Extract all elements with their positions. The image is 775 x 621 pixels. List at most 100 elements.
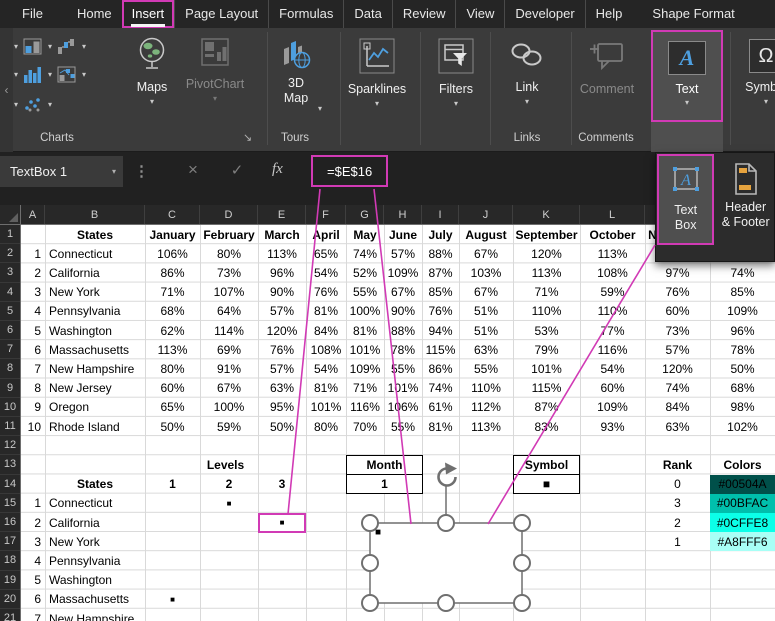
column-header[interactable]: F xyxy=(306,205,346,224)
row-header[interactable]: 4 xyxy=(0,283,20,302)
row-header[interactable]: 12 xyxy=(0,436,20,455)
cell[interactable]: 71% xyxy=(346,379,384,398)
cell[interactable]: 68% xyxy=(710,379,775,398)
cell[interactable]: 113% xyxy=(580,244,645,263)
cell[interactable]: 1 xyxy=(145,475,200,494)
chevron-down-icon[interactable]: ▾ xyxy=(82,42,86,52)
row-header[interactable]: 3 xyxy=(0,263,20,282)
cell[interactable]: 69% xyxy=(200,340,258,359)
cell[interactable]: 76% xyxy=(306,283,346,302)
symbol-button[interactable]: Ω Symbol ▾ xyxy=(736,30,775,130)
tab-review[interactable]: Review xyxy=(392,0,456,28)
row-header[interactable]: 17 xyxy=(0,532,20,551)
cell[interactable] xyxy=(200,609,258,621)
cell[interactable]: 5 xyxy=(21,571,45,590)
cell[interactable]: March xyxy=(258,225,306,244)
cell[interactable]: 64% xyxy=(200,302,258,321)
cell[interactable]: 101% xyxy=(346,340,384,359)
cell[interactable]: Levels xyxy=(145,455,306,474)
chevron-down-icon[interactable]: ▾ xyxy=(318,104,322,114)
cell[interactable]: 101% xyxy=(306,398,346,417)
cell[interactable]: 7 xyxy=(21,609,45,621)
enter-icon[interactable]: ✓ xyxy=(224,161,250,179)
cell[interactable]: 80% xyxy=(145,359,200,378)
cell[interactable]: 67% xyxy=(200,379,258,398)
insert-column-chart-icon[interactable] xyxy=(23,38,43,56)
cell[interactable]: 113% xyxy=(459,417,513,436)
filters-button[interactable]: Filters ▾ xyxy=(428,30,484,130)
cell[interactable]: Symbol xyxy=(514,456,579,475)
cell[interactable]: 60% xyxy=(145,379,200,398)
cell[interactable]: 71% xyxy=(513,283,580,302)
cell[interactable]: 59% xyxy=(200,417,258,436)
cell[interactable]: 55% xyxy=(384,417,422,436)
cell[interactable]: 76% xyxy=(422,302,459,321)
chevron-down-icon[interactable]: ▾ xyxy=(14,70,18,80)
cell[interactable]: 52% xyxy=(346,263,384,282)
cell[interactable]: 74% xyxy=(422,379,459,398)
cell[interactable]: Massachusetts xyxy=(45,340,145,359)
cell[interactable]: 70% xyxy=(346,417,384,436)
cell[interactable]: September xyxy=(513,225,580,244)
cell[interactable]: 84% xyxy=(645,398,710,417)
cell[interactable]: 54% xyxy=(306,263,346,282)
cell[interactable]: 102% xyxy=(710,417,775,436)
tab-formulas[interactable]: Formulas xyxy=(268,0,343,28)
cell[interactable]: 74% xyxy=(645,379,710,398)
column-header[interactable]: A xyxy=(21,205,45,224)
cell[interactable]: 106% xyxy=(145,244,200,263)
row-header[interactable]: 14 xyxy=(0,475,20,494)
cell[interactable]: 61% xyxy=(422,398,459,417)
cell[interactable]: 4 xyxy=(21,551,45,570)
cell[interactable]: ■ xyxy=(514,475,579,493)
cell[interactable]: 68% xyxy=(145,302,200,321)
cell[interactable]: 10 xyxy=(21,417,45,436)
cell[interactable] xyxy=(145,494,200,513)
cell[interactable] xyxy=(258,532,306,551)
row-header[interactable]: 15 xyxy=(0,494,20,513)
cell[interactable]: 0 xyxy=(645,475,710,494)
sparklines-button[interactable]: Sparklines ▾ xyxy=(343,30,411,130)
chevron-down-icon[interactable]: ▾ xyxy=(48,100,52,110)
cell[interactable]: 57% xyxy=(258,302,306,321)
cell[interactable]: 55% xyxy=(459,359,513,378)
cell[interactable]: Pennsylvania xyxy=(45,302,145,321)
cell[interactable]: ■ xyxy=(200,494,258,513)
row-header[interactable]: 5 xyxy=(0,302,20,321)
cell[interactable]: 71% xyxy=(145,283,200,302)
cell[interactable]: 80% xyxy=(306,417,346,436)
cell[interactable]: 7 xyxy=(21,359,45,378)
cell[interactable]: 53% xyxy=(513,321,580,340)
cell[interactable]: 109% xyxy=(710,302,775,321)
cell[interactable]: Rhode Island xyxy=(45,417,145,436)
cell[interactable]: 50% xyxy=(710,359,775,378)
cell[interactable] xyxy=(145,571,200,590)
row-header[interactable]: 20 xyxy=(0,590,20,609)
cell[interactable]: 95% xyxy=(258,398,306,417)
chevron-down-icon[interactable]: ▾ xyxy=(82,70,86,80)
insert-scatter-chart-icon[interactable] xyxy=(23,96,43,114)
row-header[interactable]: 7 xyxy=(0,340,20,359)
cell[interactable]: 1 xyxy=(347,475,422,493)
insert-function-icon[interactable]: fx xyxy=(272,161,283,178)
cell[interactable]: 87% xyxy=(513,398,580,417)
cell[interactable]: 6 xyxy=(21,340,45,359)
cell[interactable]: New Hampshire xyxy=(45,609,145,621)
cell[interactable]: 51% xyxy=(459,321,513,340)
row-header[interactable]: 10 xyxy=(0,398,20,417)
cell[interactable]: 50% xyxy=(145,417,200,436)
cell[interactable]: 109% xyxy=(346,359,384,378)
column-header[interactable]: L xyxy=(580,205,645,224)
cell[interactable]: 1 xyxy=(21,494,45,513)
cell[interactable]: Washington xyxy=(45,321,145,340)
tab-developer[interactable]: Developer xyxy=(504,0,584,28)
cell[interactable]: 93% xyxy=(580,417,645,436)
cell[interactable]: 63% xyxy=(459,340,513,359)
link-button[interactable]: Link ▾ xyxy=(505,30,549,130)
cell[interactable]: 63% xyxy=(645,417,710,436)
cell[interactable]: 59% xyxy=(580,283,645,302)
column-header[interactable]: H xyxy=(384,205,422,224)
collapse-pane-strip[interactable]: ‹ xyxy=(0,28,13,152)
cell[interactable]: 74% xyxy=(710,263,775,282)
cancel-icon[interactable]: × xyxy=(180,160,206,180)
